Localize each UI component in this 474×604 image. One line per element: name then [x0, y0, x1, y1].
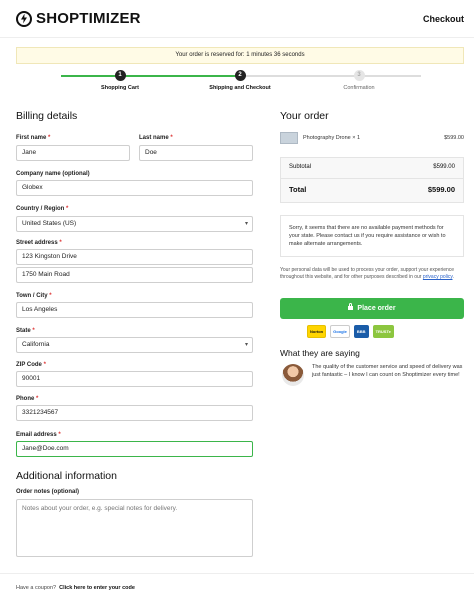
step-label: Confirmation	[343, 85, 375, 91]
email-field[interactable]: Jane@Doe.com	[16, 441, 253, 457]
lightning-bolt-icon	[16, 10, 32, 27]
brand-logo[interactable]: SHOPTIMIZER	[16, 10, 141, 27]
total-label: Total	[289, 185, 307, 194]
bbb-badge: BBB	[353, 325, 369, 338]
product-price: $599.00	[444, 135, 464, 141]
norton-badge: Norton	[307, 325, 327, 338]
step-label: Shipping and Checkout	[209, 85, 271, 91]
trust-badges: Norton Google BBB TRUSTe	[307, 325, 394, 339]
product-thumbnail	[280, 132, 298, 144]
place-order-button[interactable]: Place order	[280, 298, 464, 319]
step-number: 2	[234, 70, 246, 81]
street-address-1-field[interactable]: 123 Kingston Drive	[16, 249, 253, 265]
coupon-prompt: Have a coupon? Click here to enter your …	[16, 585, 135, 591]
country-label: Country / Region *	[16, 206, 69, 212]
truste-badge: TRUSTe	[372, 325, 394, 338]
coupon-question: Have a coupon?	[16, 585, 57, 591]
coupon-link[interactable]: Click here to enter your code	[59, 585, 135, 591]
company-label: Company name (optional)	[16, 171, 90, 177]
country-select[interactable]: United States (US)	[16, 216, 253, 232]
first-name-label: First name *	[16, 135, 51, 141]
street-label: Street address *	[16, 240, 62, 246]
street-address-2-field[interactable]: 1750 Main Road	[16, 267, 253, 283]
order-item-row: Photography Drone × 1 $599.00	[280, 132, 464, 146]
totals-divider	[281, 178, 463, 179]
step-number: 3	[353, 70, 365, 81]
last-name-field[interactable]: Doe	[139, 145, 253, 161]
brand-name: SHOPTIMIZER	[36, 10, 141, 27]
step-confirmation: 3 Confirmation	[314, 69, 404, 91]
email-label: Email address *	[16, 432, 61, 438]
footer-divider	[0, 573, 474, 574]
subtotal-label: Subtotal	[289, 164, 312, 170]
phone-field[interactable]: 3321234567	[16, 405, 253, 421]
step-shopping-cart[interactable]: 1 Shopping Cart	[75, 69, 165, 91]
privacy-policy-link[interactable]: privacy policy	[423, 274, 453, 280]
step-number: 1	[114, 70, 126, 81]
step-label: Shopping Cart	[101, 85, 139, 91]
city-label: Town / City *	[16, 293, 52, 299]
lock-icon	[348, 303, 354, 310]
zip-field[interactable]: 90001	[16, 371, 253, 387]
testimonial-title: What they are saying	[280, 348, 360, 358]
subtotal-row: Subtotal $599.00	[289, 164, 455, 170]
google-badge: Google	[330, 325, 350, 338]
order-notes-label: Order notes (optional)	[16, 489, 79, 495]
reservation-notice: Your order is reserved for: 1 minutes 36…	[16, 47, 464, 64]
checkout-progress: 1 Shopping Cart 2 Shipping and Checkout …	[16, 69, 464, 93]
total-value: $599.00	[427, 185, 455, 194]
last-name-label: Last name *	[139, 135, 173, 141]
privacy-end: .	[452, 274, 454, 280]
subtotal-value: $599.00	[433, 164, 455, 170]
first-name-field[interactable]: Jane	[16, 145, 130, 161]
product-name: Photography Drone × 1	[303, 135, 361, 141]
order-totals: Subtotal $599.00 Total $599.00	[280, 157, 464, 203]
step-shipping-checkout: 2 Shipping and Checkout	[195, 69, 285, 91]
city-field[interactable]: Los Angeles	[16, 302, 253, 318]
testimonial-text: The quality of the customer service and …	[312, 364, 463, 378]
additional-info-title: Additional information	[16, 470, 117, 482]
place-order-label: Place order	[357, 305, 396, 312]
phone-label: Phone *	[16, 396, 39, 402]
avatar	[282, 364, 304, 386]
state-select[interactable]: California	[16, 337, 253, 353]
privacy-notice: Your personal data will be used to proce…	[280, 267, 464, 281]
site-header: SHOPTIMIZER Checkout	[0, 0, 474, 38]
total-row: Total $599.00	[289, 185, 455, 194]
payment-unavailable-message: Sorry, it seems that there are no availa…	[280, 215, 464, 257]
billing-title: Billing details	[16, 110, 78, 122]
order-notes-textarea[interactable]	[16, 499, 253, 557]
state-label: State *	[16, 328, 35, 334]
checkout-title: Checkout	[422, 14, 464, 24]
your-order-title: Your order	[280, 110, 329, 122]
zip-label: ZIP Code *	[16, 362, 46, 368]
company-field[interactable]: Globex	[16, 180, 253, 196]
